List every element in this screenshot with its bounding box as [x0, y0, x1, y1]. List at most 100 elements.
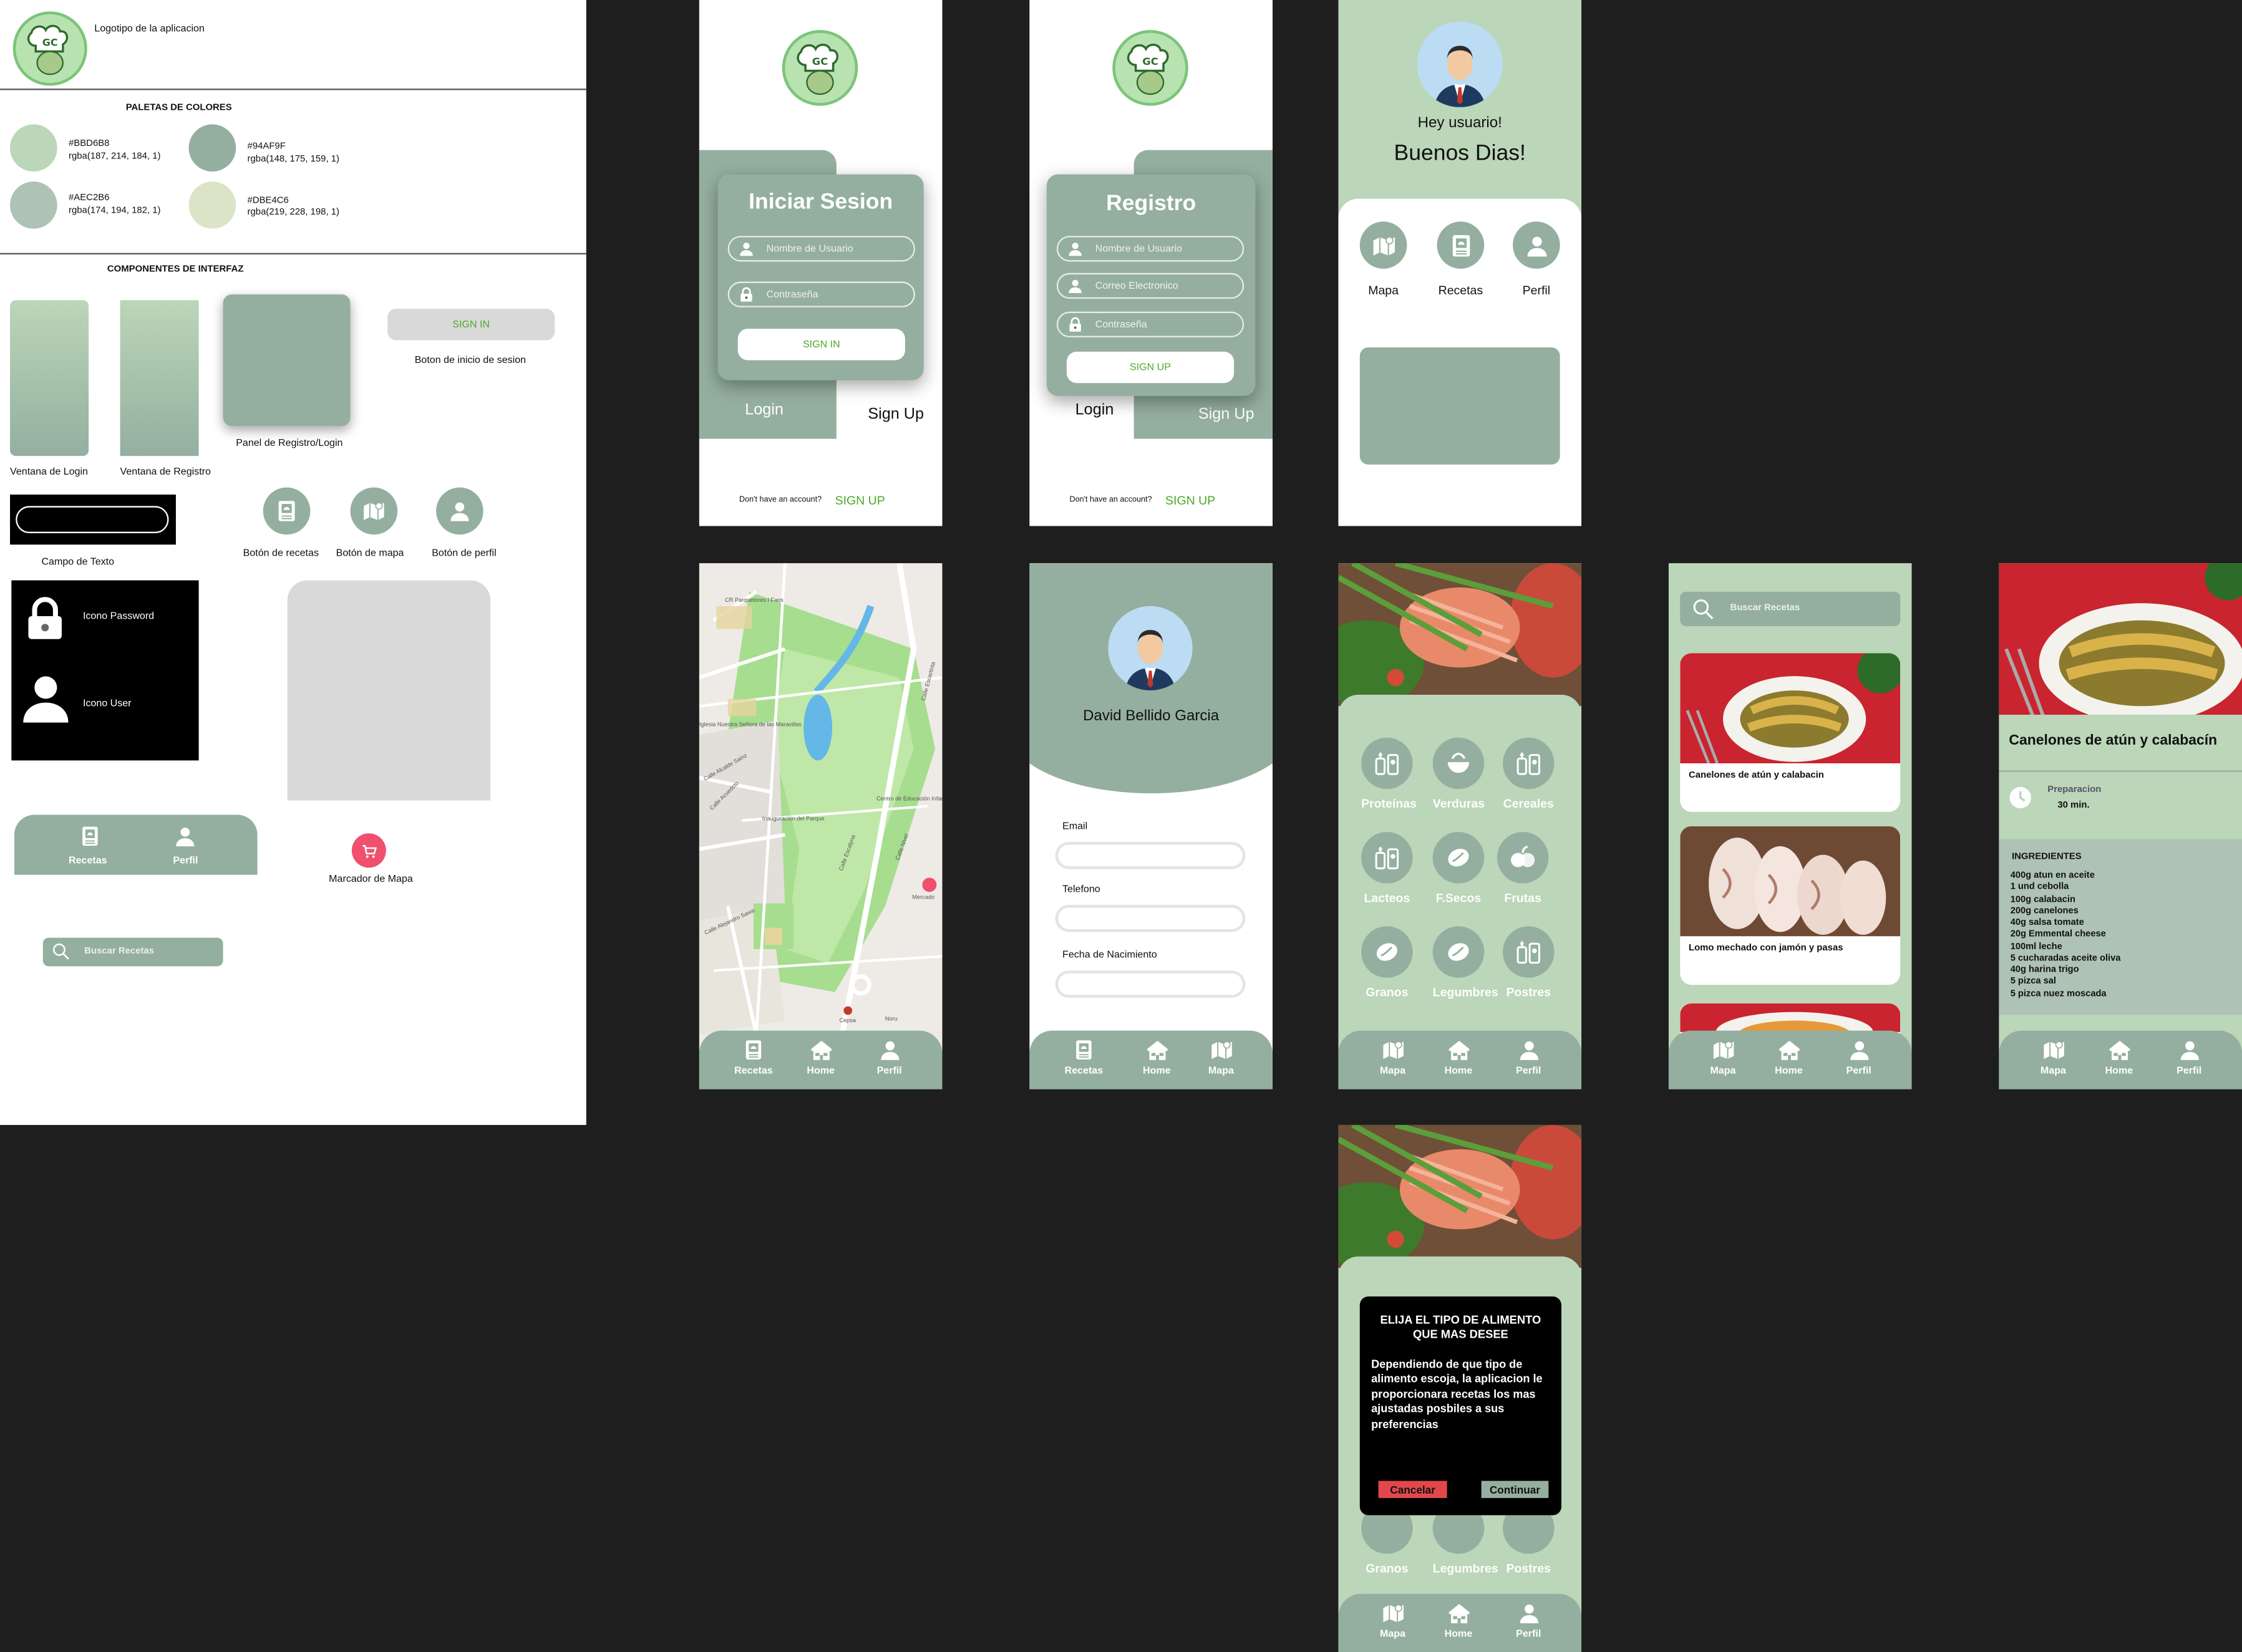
recetas-label: Recetas [1438, 283, 1483, 297]
password-placeholder: Contraseña [766, 289, 818, 300]
search-input[interactable]: Buscar Recetas [1680, 591, 1901, 626]
nav-home-label: Home [1775, 1066, 1803, 1076]
nav-perfil[interactable]: Perfil [861, 1038, 918, 1076]
nav-mapa[interactable]: Mapa [1364, 1038, 1422, 1076]
birthdate-input[interactable] [1055, 970, 1246, 998]
svg-text:GC: GC [1142, 56, 1158, 67]
category-label: Legumbres [1432, 985, 1498, 1000]
recipe-card[interactable]: Canelones de atún y calabacin [1680, 653, 1901, 812]
nav-perfil[interactable]: Perfil [2160, 1038, 2218, 1076]
map-icon [1371, 232, 1396, 258]
recipe-detail-title: Canelones de atún y calabacín [2009, 733, 2218, 750]
ingredient: 5 pizca sal [2010, 977, 2057, 987]
search-bar-sample[interactable]: Buscar Recetas [42, 937, 223, 967]
category-fsecos[interactable]: F.Secos [1432, 832, 1485, 905]
user-icon [1846, 1038, 1871, 1062]
register-title: Registro [1106, 191, 1196, 216]
nav-mapa[interactable]: Mapa [1364, 1601, 1422, 1640]
user-icon [16, 666, 75, 729]
signin-button[interactable]: SIGN IN [737, 329, 905, 360]
vegetable-icon [1444, 749, 1473, 778]
category-frutas[interactable]: Frutas [1497, 832, 1549, 905]
nav-perfil-label: Perfil [876, 1066, 902, 1076]
map-icon [1381, 1601, 1405, 1625]
mapa-button[interactable] [1359, 221, 1407, 269]
tab-signup[interactable]: Sign Up [868, 406, 924, 423]
category-label: Cereales [1503, 796, 1554, 811]
tab-login[interactable]: Login [1075, 402, 1114, 419]
nav-home[interactable]: Home [1128, 1038, 1185, 1076]
home-content: Mapa Recetas Perfil [1338, 198, 1582, 526]
grain-icon [1372, 938, 1401, 967]
nav-home[interactable]: Home [2090, 1038, 2148, 1076]
category-postres[interactable]: Postres [1502, 926, 1555, 1000]
category-label: Postres [1506, 985, 1551, 1000]
recipe-book-icon [742, 1038, 765, 1062]
register-window-caption: Ventana de Registro [120, 467, 211, 478]
nav-perfil[interactable]: Perfil [1500, 1601, 1557, 1640]
nav-perfil-label: Perfil [2176, 1066, 2202, 1076]
email-input[interactable]: Correo Electronico [1056, 273, 1245, 299]
map-icon [1381, 1038, 1405, 1062]
category-granos[interactable]: Granos [1361, 926, 1413, 999]
signup-link[interactable]: SIGN UP [1165, 493, 1215, 508]
search-placeholder: Buscar Recetas [84, 946, 155, 957]
nav-mapa[interactable]: Mapa [2025, 1038, 2082, 1076]
home-feature-card[interactable] [1359, 347, 1560, 465]
legume-icon [1444, 938, 1473, 967]
cancel-button[interactable]: Cancelar [1378, 1481, 1447, 1499]
category-label: Postres [1506, 1560, 1551, 1575]
signup-button[interactable]: SIGN UP [1066, 351, 1235, 384]
perfil-button[interactable] [1513, 221, 1560, 269]
signup-link[interactable]: SIGN UP [835, 493, 885, 508]
telefono-input[interactable] [1055, 904, 1246, 932]
clock-icon [2007, 785, 2033, 810]
search-icon [1692, 597, 1715, 621]
search-icon [52, 942, 70, 960]
swatch-1-hex: #BBD6B8 [69, 138, 110, 149]
nav-recetas[interactable]: Recetas [1055, 1038, 1113, 1076]
recipe-card[interactable]: Lomo mechado con jamón y pasas [1680, 826, 1901, 985]
nav-perfil[interactable]: Perfil [1830, 1038, 1888, 1076]
tab-login[interactable]: Login [745, 402, 784, 419]
category-lacteos[interactable]: Lacteos [1361, 832, 1413, 905]
swatch-3 [10, 181, 57, 229]
recipes-screen: Buscar Recetas Canelones de atún y calab… [1668, 563, 1912, 1089]
category-label: Legumbres [1432, 1560, 1498, 1575]
password-input[interactable]: Contraseña [1056, 311, 1245, 337]
email-input[interactable] [1055, 842, 1246, 869]
category-verduras[interactable]: Verduras [1432, 737, 1485, 811]
category-cereales[interactable]: Cereales [1502, 737, 1555, 811]
recetas-button[interactable] [1437, 221, 1485, 269]
nav-home-label: Home [1444, 1629, 1473, 1640]
cereal-icon [1514, 749, 1543, 778]
nav-home[interactable]: Home [1430, 1038, 1487, 1076]
nav-home[interactable]: Home [792, 1038, 850, 1076]
password-input[interactable]: Contraseña [727, 281, 915, 307]
username-input[interactable]: Nombre de Usuario [727, 236, 915, 262]
ingredient: 40g salsa tomate [2010, 917, 2084, 928]
recetas-button-sample[interactable] [263, 487, 311, 535]
nav-mapa[interactable]: Mapa [1193, 1038, 1250, 1076]
user-icon [738, 240, 755, 258]
username-placeholder: Nombre de Usuario [766, 243, 853, 254]
nav-perfil[interactable]: Perfil [1500, 1038, 1557, 1076]
dialog-body: Dependiendo de que tipo de alimento esco… [1371, 1358, 1543, 1431]
tab-signup[interactable]: Sign Up [1198, 406, 1254, 423]
signin-button-sample[interactable]: SIGN IN [387, 309, 555, 341]
perfil-button-sample[interactable] [436, 487, 483, 535]
nav-home[interactable]: Home [1760, 1038, 1818, 1076]
nav-mapa[interactable]: Mapa [1694, 1038, 1752, 1076]
nav-recetas[interactable]: Recetas [725, 1038, 782, 1076]
nav-home[interactable]: Home [1430, 1601, 1487, 1640]
ingredient: 5 pizca nuez moscada [2010, 988, 2107, 999]
text-field-outline[interactable] [16, 506, 169, 533]
continue-button[interactable]: Continuar [1481, 1481, 1549, 1499]
category-legumbres[interactable]: Legumbres [1432, 926, 1498, 1000]
category-proteinas[interactable]: Proteínas [1361, 737, 1417, 811]
mapa-label: Mapa [1368, 283, 1399, 297]
perfil-label: Perfil [1522, 283, 1551, 297]
mapa-button-sample[interactable] [350, 487, 398, 535]
username-input[interactable]: Nombre de Usuario [1056, 236, 1245, 262]
user-icon [173, 823, 197, 849]
